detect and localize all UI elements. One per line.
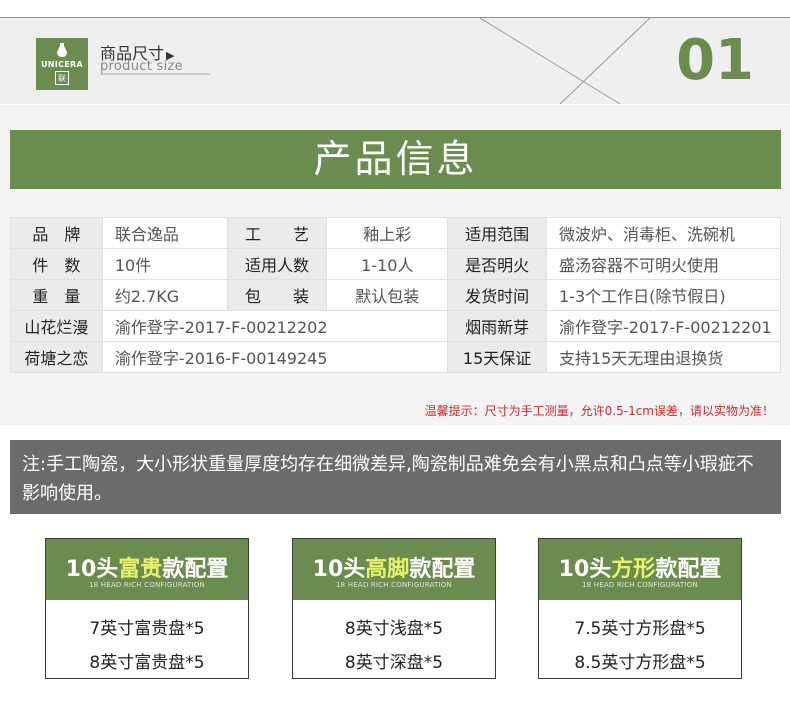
card-item: 7英寸富贵盘*5 xyxy=(89,619,205,639)
table-value: 渝作登字-2017-F-00212201 xyxy=(546,310,781,342)
card-header: 10头高脚款配置 18 HEAD RICH CONFIGURATION xyxy=(293,539,495,600)
table-value: 釉上彩 xyxy=(326,217,449,249)
table-label: 是否明火 xyxy=(447,248,547,280)
card-title-highlight: 方形 xyxy=(611,557,656,582)
table-row: 件 数 10件 适用人数 1-10人 是否明火 盛汤容器不可明火使用 xyxy=(10,248,781,280)
table-label: 适用范围 xyxy=(447,217,547,249)
table-value: 渝作登字-2017-F-00212202 xyxy=(101,310,449,342)
table-row: 荷塘之恋 渝作登字-2016-F-00149245 15天保证 支持15天无理由… xyxy=(10,341,781,373)
table-value: 1-3个工作日(除节假日) xyxy=(546,279,781,311)
config-card-fangxing: 10头方形款配置 18 HEAD RICH CONFIGURATION 7.5英… xyxy=(538,538,742,679)
table-label: 品 牌 xyxy=(10,217,103,249)
card-item: 8英寸深盘*5 xyxy=(344,653,444,673)
config-card-fugui: 10头富贵款配置 18 HEAD RICH CONFIGURATION 7英寸富… xyxy=(45,538,249,679)
table-label: 15天保证 xyxy=(447,341,547,373)
product-info-banner: 产品信息 xyxy=(10,130,781,189)
card-title-prefix: 10头 xyxy=(65,557,119,582)
logo-seal: 联 xyxy=(55,71,69,85)
table-value: 10件 xyxy=(101,248,228,280)
table-value: 支持15天无理由退换货 xyxy=(546,341,781,373)
config-card-gaojiao: 10头高脚款配置 18 HEAD RICH CONFIGURATION 8英寸浅… xyxy=(292,538,496,679)
card-title: 10头富贵款配置 xyxy=(46,551,248,583)
card-item: 8.5英寸方形盘*5 xyxy=(574,653,706,673)
card-title: 10头方形款配置 xyxy=(539,551,741,583)
table-value: 盛汤容器不可明火使用 xyxy=(546,248,781,280)
measurement-warning: 温馨提示：尺寸为手工测量，允许0.5-1cm误差，请以实物为准！ xyxy=(424,404,774,418)
card-title-suffix: 款配置 xyxy=(409,557,476,582)
section-subtitle: product size xyxy=(100,59,183,74)
section-header: UNICERA 联 商品尺寸 ▶ product size 01 xyxy=(0,18,790,104)
product-info-table: 品 牌 联合逸品 工 艺 釉上彩 适用范围 微波炉、消毒柜、洗碗机 件 数 10… xyxy=(10,217,781,373)
table-label: 烟雨新芽 xyxy=(447,310,547,342)
table-label: 包 装 xyxy=(226,279,328,311)
card-item: 7.5英寸方形盘*5 xyxy=(574,619,706,639)
table-label: 件 数 xyxy=(10,248,103,280)
table-value: 1-10人 xyxy=(326,248,449,280)
table-label: 发货时间 xyxy=(447,279,547,311)
handmade-note: 注:手工陶瓷，大小形状重量厚度均存在细微差异,陶瓷制品难免会有小黑点和凸点等小瑕… xyxy=(10,440,781,514)
card-subtitle: 18 HEAD RICH CONFIGURATION xyxy=(89,581,205,589)
card-item: 8英寸富贵盘*5 xyxy=(89,653,205,673)
table-row: 重 量 约2.7KG 包 装 默认包装 发货时间 1-3个工作日(除节假日) xyxy=(10,279,781,311)
table-row: 品 牌 联合逸品 工 艺 釉上彩 适用范围 微波炉、消毒柜、洗碗机 xyxy=(10,217,781,249)
vase-icon xyxy=(57,43,67,57)
table-value: 微波炉、消毒柜、洗碗机 xyxy=(546,217,781,249)
card-title-suffix: 款配置 xyxy=(162,557,229,582)
table-label: 山花烂漫 xyxy=(10,310,103,342)
card-title-highlight: 富贵 xyxy=(118,557,163,582)
table-value: 默认包装 xyxy=(326,279,449,311)
brand-logo: UNICERA 联 xyxy=(36,38,88,90)
table-label: 荷塘之恋 xyxy=(10,341,103,373)
card-item: 8英寸浅盘*5 xyxy=(344,619,444,639)
card-title-prefix: 10头 xyxy=(312,557,366,582)
table-value: 约2.7KG xyxy=(101,279,228,311)
table-label: 工 艺 xyxy=(226,217,328,249)
banner-title: 产品信息 xyxy=(313,137,478,181)
card-subtitle: 18 HEAD RICH CONFIGURATION xyxy=(582,581,698,589)
table-label: 重 量 xyxy=(10,279,103,311)
table-value: 渝作登字-2016-F-00149245 xyxy=(101,341,449,373)
card-title-suffix: 款配置 xyxy=(655,557,722,582)
section-number: 01 xyxy=(676,28,754,93)
table-row: 山花烂漫 渝作登字-2017-F-00212202 烟雨新芽 渝作登字-2017… xyxy=(10,310,781,342)
table-value: 联合逸品 xyxy=(101,217,228,249)
card-title: 10头高脚款配置 xyxy=(293,551,495,583)
card-subtitle: 18 HEAD RICH CONFIGURATION xyxy=(336,581,452,589)
table-label: 适用人数 xyxy=(226,248,328,280)
card-header: 10头富贵款配置 18 HEAD RICH CONFIGURATION xyxy=(46,539,248,600)
card-header: 10头方形款配置 18 HEAD RICH CONFIGURATION xyxy=(539,539,741,600)
card-title-prefix: 10头 xyxy=(558,557,612,582)
logo-text: UNICERA xyxy=(41,60,83,69)
card-title-highlight: 高脚 xyxy=(365,557,410,582)
